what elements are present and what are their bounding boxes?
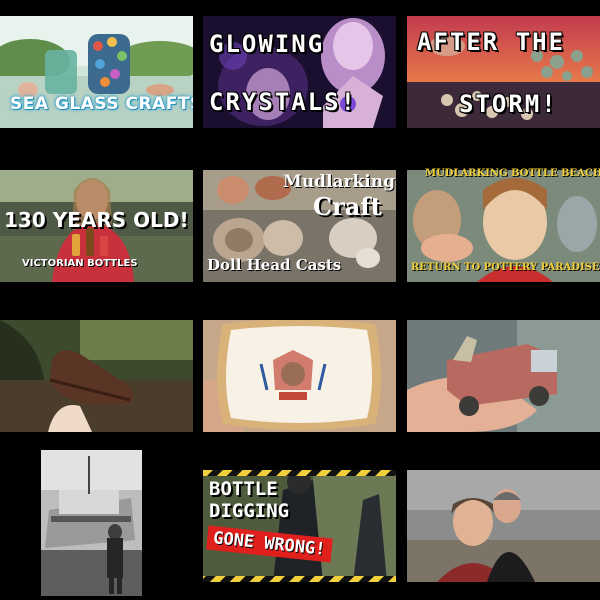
thumbnail-grid: SEA GLASS CRAFTS! GLOWING CRYSTALS! AFTE… — [0, 0, 600, 600]
video-thumbnail-glowing-crystals[interactable]: GLOWING CRYSTALS! — [203, 0, 396, 150]
video-thumbnail-victorian-bottles[interactable]: 130 YEARS OLD! VICTORIAN BOTTLES — [0, 150, 193, 300]
video-thumbnail-souvenir-dish[interactable] — [203, 300, 396, 450]
thumbnail-title-line-1: MUDLARKING BOTTLE BEACH — [425, 168, 600, 179]
thumbnail-title-line-3: Doll Head Casts — [207, 256, 342, 274]
thumbnail-image — [0, 320, 193, 432]
thumbnail-title-line-2: STORM! — [459, 90, 558, 118]
thumbnail-title-line-2: CRYSTALS! — [209, 88, 358, 116]
thumbnail-title-line-2: Craft — [313, 192, 382, 221]
thumbnail-title-line-1: Mudlarking — [283, 172, 395, 192]
thumbnail-title-line-1: AFTER THE — [417, 28, 566, 56]
thumbnail-title-line-2: DIGGING — [209, 500, 290, 522]
video-thumbnail-bottle-digging[interactable]: BOTTLE DIGGING GONE WRONG! — [203, 450, 396, 600]
thumbnail-title-line-2: VICTORIAN BOTTLES — [22, 258, 138, 269]
thumbnail-image — [407, 320, 600, 432]
thumbnail-title-line-1: 130 YEARS OLD! — [4, 208, 189, 232]
thumbnail-image — [41, 450, 142, 596]
video-thumbnail-old-shoe[interactable] — [0, 300, 193, 450]
thumbnail-title: SEA GLASS CRAFTS! — [10, 94, 193, 114]
thumbnail-image — [203, 320, 396, 432]
thumbnail-title-line-2: RETURN TO POTTERY PARADISE — [411, 262, 600, 273]
video-thumbnail-sea-glass-crafts[interactable]: SEA GLASS CRAFTS! — [0, 0, 193, 150]
thumbnail-title-line-1: BOTTLE — [209, 478, 278, 500]
video-thumbnail-ferry-photo[interactable] — [0, 450, 193, 600]
video-thumbnail-mudlarking-craft[interactable]: Mudlarking Craft Doll Head Casts — [203, 150, 396, 300]
video-thumbnail-toy-truck[interactable] — [407, 300, 600, 450]
video-thumbnail-mudlarking-bottle-beach[interactable]: MUDLARKING BOTTLE BEACH RETURN TO POTTER… — [407, 150, 600, 300]
thumbnail-image — [407, 470, 600, 582]
thumbnail-title-line-1: GLOWING — [209, 30, 325, 58]
video-thumbnail-after-the-storm[interactable]: AFTER THE STORM! — [407, 0, 600, 150]
video-thumbnail-two-men[interactable] — [407, 450, 600, 600]
